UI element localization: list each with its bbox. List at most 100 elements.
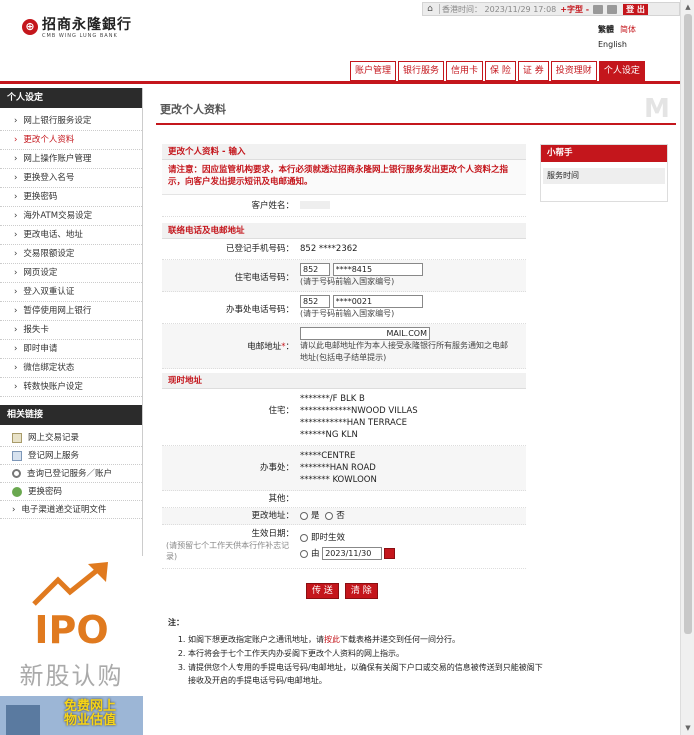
office-address-row: 办事处： *****CENTRE *******HAN ROAD *******…: [162, 446, 526, 491]
effective-date-row: 生效日期： (请预留七个工作天供本行作补志记录) 即时生效 由 2023/11/…: [162, 525, 526, 569]
sidebar-item-change-password[interactable]: › 更换密码: [0, 188, 142, 207]
related-link-query-services[interactable]: 查询已登记服务／账户: [0, 465, 142, 483]
mail-icon[interactable]: [593, 4, 604, 14]
office-address-label: 办事处：: [259, 463, 294, 473]
list-icon: [12, 450, 22, 461]
tab-bank-services[interactable]: 银行服务: [398, 61, 445, 81]
email-label: 电邮地址*：: [247, 342, 294, 352]
sidebar-item-transaction-limit[interactable]: › 交易限额设定: [0, 245, 142, 264]
bank-name-cn: 招商永隆銀行: [42, 17, 132, 33]
scroll-up-icon[interactable]: ▲: [683, 2, 693, 12]
print-icon[interactable]: [607, 4, 618, 14]
customer-name-row: 客户姓名：: [162, 195, 526, 217]
from-date-input[interactable]: 2023/11/30: [322, 547, 383, 560]
tab-credit-card[interactable]: 信用卡: [446, 61, 484, 81]
sidebar-item-change-profile[interactable]: › 更改个人资料: [0, 131, 142, 150]
warning-notice: 请注意：因应监管机构要求，本行必须就透过招商永隆网上银行服务发出更改个人资料之指…: [162, 160, 526, 195]
from-date-radio[interactable]: [300, 549, 308, 558]
sidebar-item-change-phone-address[interactable]: › 更改电话、地址: [0, 226, 142, 245]
sidebar-item-suspend[interactable]: › 暂停使用网上银行: [0, 302, 142, 321]
sidebar-item-account-management[interactable]: › 网上操作账户管理: [0, 150, 142, 169]
document-icon: [12, 432, 22, 443]
tab-securities[interactable]: 证 券: [517, 61, 549, 81]
sidebar: 个人设定 › 网上银行服务设定 › 更改个人资料 › 网上操作账户管理 › 更换登入名号…: [0, 88, 143, 735]
bank-logo-icon: ⊕: [22, 18, 38, 35]
immediate-radio[interactable]: [300, 533, 308, 542]
submit-button[interactable]: 传 送: [306, 583, 339, 599]
sidebar-item-page-settings[interactable]: › 网页设定: [0, 264, 142, 283]
sidebar-item-report-lost-card[interactable]: › 报失卡: [0, 321, 142, 340]
sidebar-item-wechat-binding[interactable]: › 微信绑定状态: [0, 359, 142, 378]
sidebar-item-fps-settings[interactable]: › 转数快账户设定: [0, 378, 142, 397]
chevron-right-icon: ›: [14, 344, 18, 354]
sidebar-item-instant-apply[interactable]: › 即时申请: [0, 340, 142, 359]
vertical-scrollbar[interactable]: ▲ ▼: [680, 0, 694, 735]
change-address-label: 更改地址：: [251, 511, 294, 521]
home-phone-label: 住宅电话号码：: [234, 273, 294, 283]
office-phone-country-code-input[interactable]: 852: [300, 295, 330, 308]
bank-logo[interactable]: ⊕ 招商永隆銀行 CMB WING LUNG BANK: [22, 14, 132, 39]
section-header-contact: 联络电话及电邮地址: [162, 223, 526, 239]
sidebar-item-ebanking-settings[interactable]: › 网上银行服务设定: [0, 112, 142, 131]
scrollbar-thumb[interactable]: [684, 14, 692, 634]
download-form-link[interactable]: 按此: [324, 635, 340, 644]
helper-service-hours[interactable]: 服务时间: [543, 168, 665, 184]
mobile-value: 852 ****2362: [300, 244, 358, 254]
home-phone-country-code-input[interactable]: 852: [300, 263, 330, 276]
lang-traditional[interactable]: 繁體: [598, 25, 614, 34]
tab-personal-settings[interactable]: 个人设定: [598, 61, 645, 81]
home-phone-number-input[interactable]: ****8415: [332, 263, 423, 276]
sidebar-item-overseas-atm[interactable]: › 海外ATM交易设定: [0, 207, 142, 226]
email-input[interactable]: MAIL.COM: [300, 327, 430, 340]
clear-button[interactable]: 清 除: [344, 583, 378, 599]
change-address-yes-radio[interactable]: [300, 511, 308, 520]
change-address-yes-label: 是: [311, 511, 320, 521]
related-link-register-service[interactable]: 登记网上服务: [0, 447, 142, 465]
home-phone-row: 住宅电话号码： 852 ****8415 (请于号码前输入国家编号): [162, 260, 526, 292]
sidebar-item-change-login-name[interactable]: › 更换登入名号: [0, 169, 142, 188]
chevron-right-icon: ›: [14, 306, 18, 316]
scroll-down-icon[interactable]: ▼: [683, 723, 693, 733]
other-label: 其他：: [268, 494, 294, 504]
tab-account-management[interactable]: 账户管理: [350, 61, 397, 81]
chevron-right-icon: ›: [14, 173, 18, 183]
top-utility-bar: ⌂ 香港时间： 2023/11/29 17:08 +字型 - 登 出: [422, 2, 680, 16]
tab-insurance[interactable]: 保 险: [485, 61, 516, 81]
lang-simplified[interactable]: 简体: [620, 25, 636, 34]
ipo-label: IPO: [34, 608, 109, 652]
sidebar-item-two-factor[interactable]: › 登入双重认证: [0, 283, 142, 302]
ipo-banner[interactable]: IPO 新股认购: [0, 556, 143, 696]
calendar-icon[interactable]: [384, 548, 396, 559]
title-divider: [156, 123, 676, 125]
related-links-title: 相关链接: [0, 405, 142, 425]
change-address-row: 更改地址： 是 否: [162, 508, 526, 525]
change-address-no-radio[interactable]: [325, 511, 334, 520]
home-address-label: 住宅：: [268, 406, 294, 416]
other-row: 其他：: [162, 491, 526, 508]
related-link-submit-documents[interactable]: › 电子渠道递交证明文件: [0, 501, 142, 519]
header: ⊕ 招商永隆銀行 CMB WING LUNG BANK ⌂ 香港时间： 2023…: [0, 0, 680, 84]
tab-investment[interactable]: 投资理财: [550, 61, 597, 81]
related-link-change-password[interactable]: 更换密码: [0, 483, 142, 501]
lang-english[interactable]: English: [598, 40, 627, 49]
home-icon[interactable]: ⌂: [423, 4, 437, 14]
chevron-right-icon: ›: [14, 325, 18, 335]
home-phone-hint: (请于号码前输入国家编号): [300, 277, 395, 286]
chevron-right-icon: ›: [14, 192, 18, 202]
property-valuation-banner[interactable]: 免费网上 物业估值: [0, 696, 143, 735]
office-phone-number-input[interactable]: ****0021: [332, 295, 423, 308]
from-date-label: 由: [311, 549, 320, 559]
change-profile-form: 更改个人资料 - 输入 请注意：因应监管机构要求，本行必须就透过招商永隆网上银行…: [162, 144, 526, 569]
page: ⊕ 招商永隆銀行 CMB WING LUNG BANK ⌂ 香港时间： 2023…: [0, 0, 680, 735]
trend-arrow-icon: [32, 562, 108, 606]
home-address-value: *******/F BLK B ************NWOOD VILLAS…: [300, 394, 418, 440]
related-link-transaction-history[interactable]: 网上交易记录: [0, 429, 142, 447]
font-size-control[interactable]: +字型 -: [560, 4, 589, 15]
ipo-label-cn: 新股认购: [19, 662, 124, 690]
helper-panel: 小帮手 服务时间: [540, 144, 668, 202]
language-switcher: 繁體 简体 English: [598, 24, 642, 49]
customer-name-value: [300, 200, 526, 212]
chevron-right-icon: ›: [14, 287, 18, 297]
mobile-row: 已登记手机号码： 852 ****2362: [162, 239, 526, 260]
logout-button[interactable]: 登 出: [623, 3, 648, 15]
